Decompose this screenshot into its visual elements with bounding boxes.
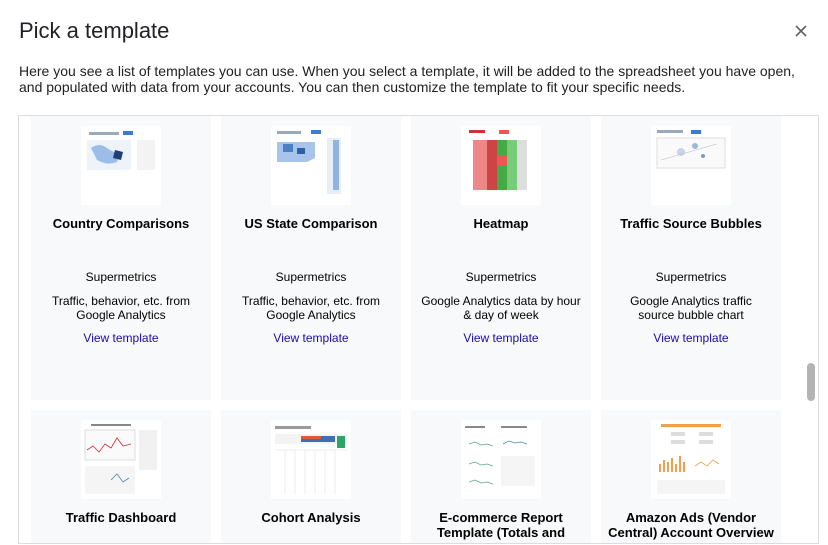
template-thumbnail: [271, 420, 351, 499]
template-title: Traffic Dashboard: [65, 510, 177, 525]
template-thumbnail: [651, 420, 731, 499]
template-description: Traffic, behavior, etc. from Google Anal…: [241, 294, 381, 322]
scrollbar-thumb[interactable]: [807, 363, 815, 401]
close-button[interactable]: [792, 22, 812, 42]
view-template-link[interactable]: View template: [411, 331, 591, 345]
scrollbar-track[interactable]: [804, 116, 818, 543]
view-template-link[interactable]: View template: [221, 331, 401, 345]
template-title: Traffic Source Bubbles: [620, 216, 762, 231]
template-card-traffic-dashboard[interactable]: Traffic Dashboard: [31, 410, 211, 543]
template-title: Cohort Analysis: [261, 510, 361, 525]
template-title: Amazon Ads (Vendor Central) Account Over…: [608, 510, 774, 540]
template-description: Google Analytics data by hour & day of w…: [421, 294, 581, 322]
template-title: Heatmap: [473, 216, 529, 231]
dialog-description: Here you see a list of templates you can…: [19, 63, 795, 95]
template-list[interactable]: Country Comparisons Supermetrics Traffic…: [18, 115, 819, 544]
template-card-heatmap[interactable]: Heatmap Supermetrics Google Analytics da…: [411, 116, 591, 400]
template-thumbnail: [651, 126, 731, 205]
template-card-country-comparisons[interactable]: Country Comparisons Supermetrics Traffic…: [31, 116, 211, 400]
template-description: Traffic, behavior, etc. from Google Anal…: [51, 294, 191, 322]
template-thumbnail: [461, 420, 541, 499]
template-author: Supermetrics: [655, 270, 727, 284]
template-author: Supermetrics: [275, 270, 347, 284]
close-icon: [795, 25, 807, 37]
template-title: Country Comparisons: [52, 216, 190, 231]
template-card-amazon-ads[interactable]: Amazon Ads (Vendor Central) Account Over…: [601, 410, 781, 543]
template-thumbnail: [271, 126, 351, 205]
template-title: US State Comparison: [244, 216, 378, 231]
template-thumbnail: [461, 126, 541, 205]
template-author: Supermetrics: [85, 270, 157, 284]
template-description: Google Analytics traffic source bubble c…: [630, 294, 752, 322]
template-thumbnail: [81, 126, 161, 205]
view-template-link[interactable]: View template: [601, 331, 781, 345]
template-card-ecommerce-report[interactable]: E-commerce Report Template (Totals and: [411, 410, 591, 543]
template-title: E-commerce Report Template (Totals and: [436, 510, 566, 540]
template-card-traffic-source-bubbles[interactable]: Traffic Source Bubbles Supermetrics Goog…: [601, 116, 781, 400]
view-template-link[interactable]: View template: [31, 331, 211, 345]
template-card-us-state-comparison[interactable]: US State Comparison Supermetrics Traffic…: [221, 116, 401, 400]
template-author: Supermetrics: [465, 270, 537, 284]
template-card-cohort-analysis[interactable]: Cohort Analysis: [221, 410, 401, 543]
template-thumbnail: [81, 420, 161, 499]
dialog-title: Pick a template: [19, 18, 170, 43]
